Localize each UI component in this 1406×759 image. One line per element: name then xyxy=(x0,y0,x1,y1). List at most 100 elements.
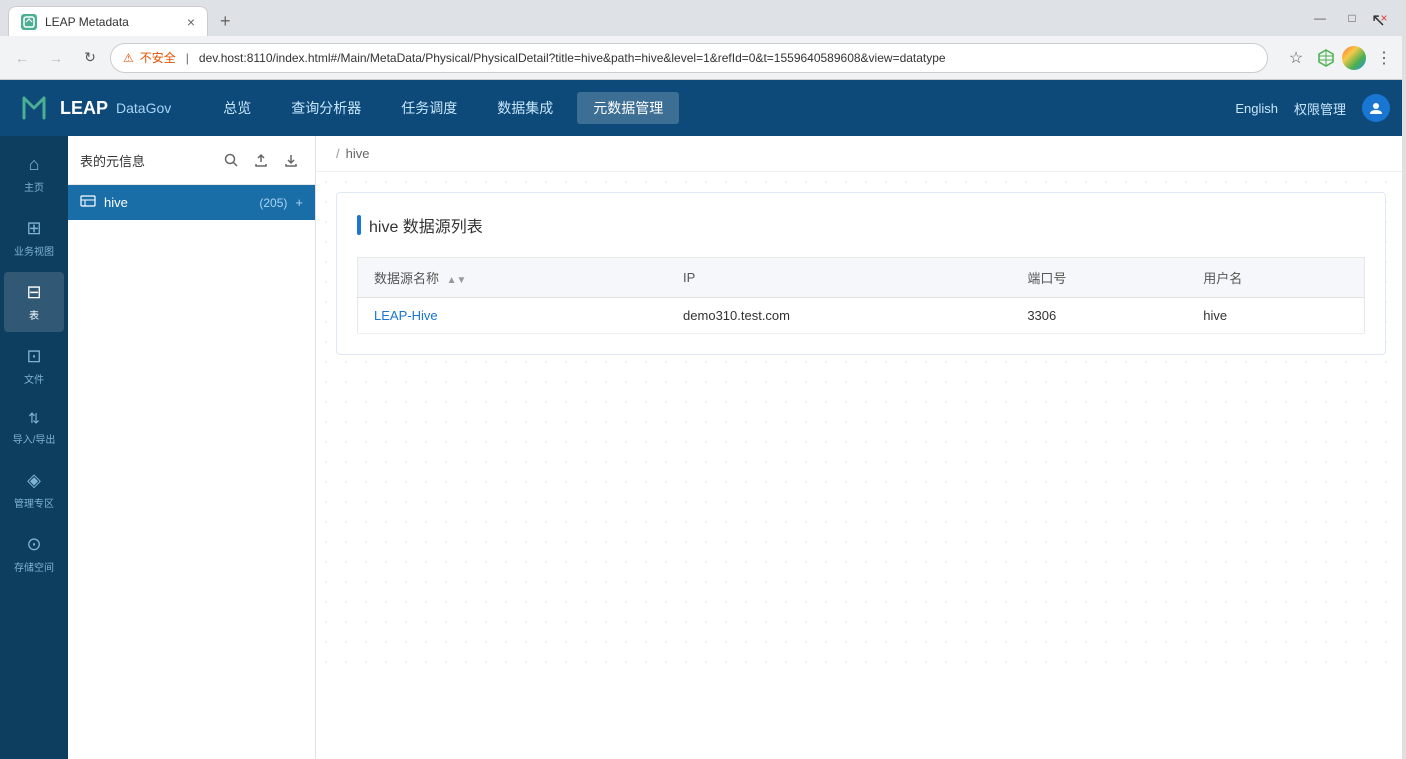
app-container: LEAP DataGov 总览 查询分析器 任务调度 数据集成 元数据管理 En… xyxy=(0,80,1406,759)
url-separator: | xyxy=(186,51,189,65)
file-icon: ⊡ xyxy=(26,346,41,367)
main-layout: ⌂ 主页 ⊞ 业务视图 ⊟ 表 ⊡ 文件 ⇅ 导入/导出 xyxy=(0,136,1406,759)
search-icon xyxy=(224,153,238,167)
new-tab-button[interactable]: + xyxy=(212,6,239,36)
sidebar-item-business-view[interactable]: ⊞ 业务视图 xyxy=(4,208,64,268)
table-body: LEAP-Hive demo310.test.com 3306 hive xyxy=(358,298,1365,334)
col-header-username: 用户名 xyxy=(1187,258,1364,298)
forward-button[interactable]: → xyxy=(42,44,70,72)
app-title: LEAP xyxy=(60,98,108,119)
hive-tree-icon xyxy=(80,193,96,212)
app-subtitle: DataGov xyxy=(116,100,171,116)
section-title: hive 数据源列表 xyxy=(357,213,1365,237)
close-button[interactable]: × xyxy=(1370,4,1398,32)
left-sidebar: ⌂ 主页 ⊞ 业务视图 ⊟ 表 ⊡ 文件 ⇅ 导入/导出 xyxy=(0,136,68,759)
bookmark-button[interactable]: ☆ xyxy=(1282,44,1310,72)
table-header-row: 数据源名称 ▲▼ IP 端口号 用户名 xyxy=(358,258,1365,298)
section-title-bar xyxy=(357,215,361,235)
nav-item-data-integration[interactable]: 数据集成 xyxy=(481,92,569,124)
col-header-ip: IP xyxy=(667,258,1011,298)
sidebar-label-import: 导入/导出 xyxy=(13,431,56,446)
hive-add-button[interactable]: + xyxy=(295,195,303,210)
user-avatar[interactable] xyxy=(1362,94,1390,122)
address-bar[interactable]: ⚠ 不安全 | dev.host:8110/index.html#/Main/M… xyxy=(110,43,1268,73)
browser-action-buttons: ☆ ⋮ xyxy=(1282,44,1398,72)
sort-icon[interactable]: ▲▼ xyxy=(447,275,467,286)
storage-icon: ⊙ xyxy=(26,534,41,555)
sidebar-label-business: 业务视图 xyxy=(14,243,54,258)
cell-name: LEAP-Hive xyxy=(358,298,668,334)
tree-panel-actions xyxy=(219,148,303,172)
minimize-button[interactable]: — xyxy=(1306,4,1334,32)
table-icon: ⊟ xyxy=(26,282,41,303)
hive-tree-item[interactable]: hive (205) + xyxy=(68,185,315,220)
sidebar-label-file: 文件 xyxy=(24,371,44,386)
upload-button[interactable] xyxy=(249,148,273,172)
col-name-label: 数据源名称 xyxy=(374,271,439,286)
business-view-icon: ⊞ xyxy=(26,218,41,239)
content-area: / hive hive 数据源列表 xyxy=(316,136,1406,759)
sidebar-item-table[interactable]: ⊟ 表 xyxy=(4,272,64,332)
breadcrumb: / hive xyxy=(316,136,1406,172)
sidebar-item-file[interactable]: ⊡ 文件 xyxy=(4,336,64,396)
menu-button[interactable]: ⋮ xyxy=(1370,44,1398,72)
security-icon: ⚠ xyxy=(123,51,134,65)
import-export-icon: ⇅ xyxy=(28,410,40,427)
reload-button[interactable]: ↻ xyxy=(76,44,104,72)
tree-panel: 表的元信息 xyxy=(68,136,316,759)
cell-ip: demo310.test.com xyxy=(667,298,1011,334)
admin-button[interactable]: 权限管理 xyxy=(1294,99,1346,118)
breadcrumb-hive: hive xyxy=(346,146,370,161)
nav-item-query[interactable]: 查询分析器 xyxy=(275,92,377,124)
tree-panel-header: 表的元信息 xyxy=(68,136,315,185)
table-header: 数据源名称 ▲▼ IP 端口号 用户名 xyxy=(358,258,1365,298)
col-header-name: 数据源名称 ▲▼ xyxy=(358,258,668,298)
header-right: English 权限管理 xyxy=(1235,94,1390,122)
tree-panel-title: 表的元信息 xyxy=(80,151,145,170)
browser-window: LEAP Metadata × + — □ × ← → ↻ ⚠ 不安全 | de… xyxy=(0,0,1406,759)
nav-item-task[interactable]: 任务调度 xyxy=(385,92,473,124)
language-selector[interactable]: English xyxy=(1235,101,1278,116)
back-button[interactable]: ← xyxy=(8,44,36,72)
vpn-icon xyxy=(1314,46,1338,70)
content-body-wrapper: hive 数据源列表 数据源名称 ▲▼ IP 端口号 xyxy=(316,172,1406,672)
app-logo: LEAP DataGov xyxy=(16,90,171,126)
tab-favicon xyxy=(21,14,37,30)
url-text: dev.host:8110/index.html#/Main/MetaData/… xyxy=(199,51,1255,65)
home-icon: ⌂ xyxy=(29,154,40,175)
app-header: LEAP DataGov 总览 查询分析器 任务调度 数据集成 元数据管理 En… xyxy=(0,80,1406,136)
hive-count: (205) xyxy=(259,196,287,210)
sidebar-item-admin-zone[interactable]: ◈ 管理专区 xyxy=(4,460,64,520)
address-bar-row: ← → ↻ ⚠ 不安全 | dev.host:8110/index.html#/… xyxy=(0,36,1406,80)
logo-svg xyxy=(16,90,52,126)
nav-item-overview[interactable]: 总览 xyxy=(207,92,267,124)
section-title-text: hive 数据源列表 xyxy=(369,213,483,237)
security-warning-text: 不安全 xyxy=(140,49,176,66)
sidebar-item-home[interactable]: ⌂ 主页 xyxy=(4,144,64,204)
download-button[interactable] xyxy=(279,148,303,172)
search-button[interactable] xyxy=(219,148,243,172)
cell-username: hive xyxy=(1187,298,1364,334)
data-table: 数据源名称 ▲▼ IP 端口号 用户名 xyxy=(357,257,1365,334)
hive-label: hive xyxy=(104,195,251,210)
maximize-button[interactable]: □ xyxy=(1338,4,1366,32)
nav-item-metadata[interactable]: 元数据管理 xyxy=(577,92,679,124)
browser-tab-active[interactable]: LEAP Metadata × xyxy=(8,6,208,36)
sidebar-item-storage[interactable]: ⊙ 存储空间 xyxy=(4,524,64,584)
upload-icon xyxy=(254,153,268,167)
content-card: hive 数据源列表 数据源名称 ▲▼ IP 端口号 xyxy=(336,192,1386,355)
col-header-port: 端口号 xyxy=(1011,258,1187,298)
sidebar-label-admin: 管理专区 xyxy=(14,495,54,510)
datasource-link[interactable]: LEAP-Hive xyxy=(374,308,438,323)
admin-zone-icon: ◈ xyxy=(27,470,41,491)
tab-close-button[interactable]: × xyxy=(187,14,195,30)
resize-handle[interactable] xyxy=(1402,136,1406,759)
cell-port: 3306 xyxy=(1011,298,1187,334)
download-icon xyxy=(284,153,298,167)
sidebar-label-storage: 存储空间 xyxy=(14,559,54,574)
main-nav: 总览 查询分析器 任务调度 数据集成 元数据管理 xyxy=(207,92,679,124)
sidebar-item-import-export[interactable]: ⇅ 导入/导出 xyxy=(4,400,64,456)
sidebar-label-home: 主页 xyxy=(24,179,44,194)
table-row: LEAP-Hive demo310.test.com 3306 hive xyxy=(358,298,1365,334)
profile-avatar[interactable] xyxy=(1342,46,1366,70)
